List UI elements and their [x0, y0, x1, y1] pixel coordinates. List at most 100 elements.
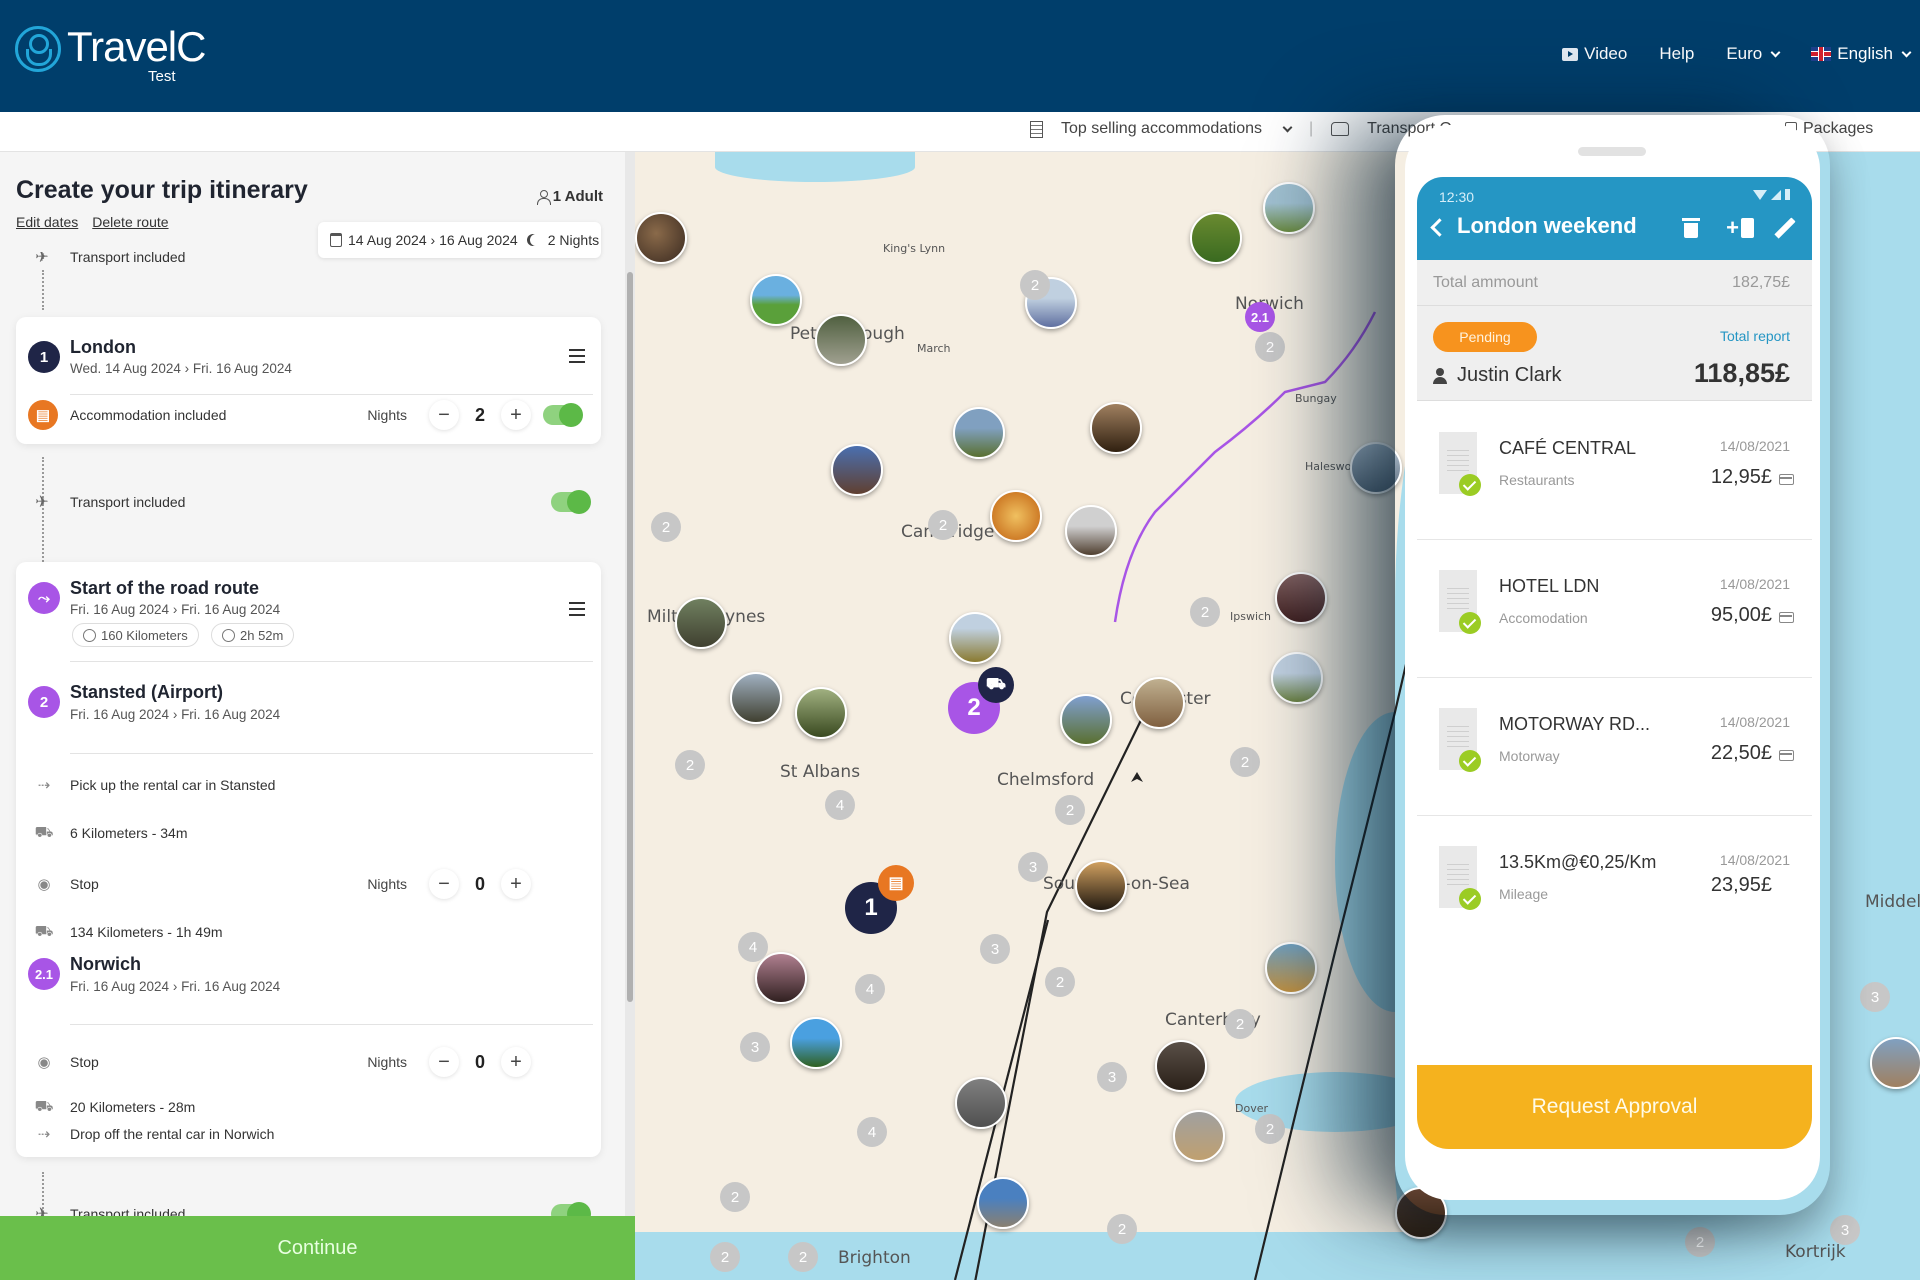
- photo-marker[interactable]: [730, 672, 782, 724]
- car-pin-icon[interactable]: ⛟: [978, 667, 1014, 703]
- photo-marker[interactable]: [755, 952, 807, 1004]
- help-link[interactable]: Help: [1659, 44, 1694, 64]
- photo-marker[interactable]: [1133, 677, 1185, 729]
- duration-value: 2h 52m: [240, 627, 284, 643]
- nights-increment-button[interactable]: +: [501, 869, 531, 899]
- cluster-marker[interactable]: 3: [980, 934, 1010, 964]
- cluster-marker[interactable]: 3: [1860, 982, 1890, 1012]
- cluster-marker[interactable]: 3: [1830, 1215, 1860, 1245]
- top-accommodations-dropdown[interactable]: Top selling accommodations: [1061, 120, 1262, 138]
- edit-pencil-icon[interactable]: [1774, 217, 1796, 239]
- expense-item[interactable]: 13.5Km@€0,25/Km Mileage 14/08/2021 23,95…: [1417, 816, 1812, 954]
- photo-marker[interactable]: [1065, 505, 1117, 557]
- cluster-marker[interactable]: 2: [1255, 332, 1285, 362]
- transport-toggle[interactable]: [551, 490, 591, 514]
- photo-marker[interactable]: [795, 687, 847, 739]
- cluster-marker[interactable]: 3: [1018, 852, 1048, 882]
- cluster-marker[interactable]: 2: [710, 1242, 740, 1272]
- cluster-marker[interactable]: 2: [928, 510, 958, 540]
- add-receipt-icon[interactable]: +: [1726, 215, 1754, 241]
- photo-marker[interactable]: [1263, 182, 1315, 234]
- back-icon[interactable]: [1430, 218, 1449, 237]
- travellers-selector[interactable]: 1 Adult: [536, 188, 603, 205]
- photo-marker[interactable]: [1265, 942, 1317, 994]
- accommodation-toggle[interactable]: [543, 403, 583, 427]
- language-dropdown[interactable]: English: [1811, 44, 1912, 64]
- video-link[interactable]: Video: [1562, 44, 1627, 64]
- photo-marker[interactable]: [1155, 1040, 1207, 1092]
- expense-item[interactable]: HOTEL LDN Accomodation 14/08/2021 95,00£: [1417, 540, 1812, 678]
- cluster-marker[interactable]: 2: [1230, 747, 1260, 777]
- nights-increment-button[interactable]: +: [501, 400, 531, 430]
- cluster-marker[interactable]: 2: [788, 1242, 818, 1272]
- photo-marker[interactable]: [1271, 652, 1323, 704]
- chevron-down-icon: [1770, 47, 1781, 57]
- photo-marker[interactable]: [1173, 1110, 1225, 1162]
- photo-marker[interactable]: [1060, 694, 1112, 746]
- cluster-marker[interactable]: 2: [720, 1182, 750, 1212]
- request-approval-button[interactable]: Request Approval: [1417, 1065, 1812, 1149]
- photo-marker[interactable]: [815, 314, 867, 366]
- cluster-marker[interactable]: 4: [738, 932, 768, 962]
- currency-label: Euro: [1726, 44, 1763, 63]
- total-report-link[interactable]: Total report: [1720, 328, 1790, 344]
- delete-route-link[interactable]: Delete route: [92, 214, 168, 230]
- cluster-marker[interactable]: 4: [855, 974, 885, 1004]
- cluster-marker[interactable]: 2: [1225, 1009, 1255, 1039]
- cluster-marker[interactable]: 2: [1055, 795, 1085, 825]
- scrollbar-thumb[interactable]: [627, 272, 633, 1002]
- cluster-marker[interactable]: 2: [1020, 270, 1050, 300]
- photo-marker[interactable]: [1075, 860, 1127, 912]
- photo-marker[interactable]: [1190, 212, 1242, 264]
- photo-marker[interactable]: [1870, 1037, 1920, 1089]
- photo-marker[interactable]: [1090, 402, 1142, 454]
- nights-increment-button[interactable]: +: [501, 1047, 531, 1077]
- cluster-marker[interactable]: 2: [1045, 967, 1075, 997]
- brand-logo[interactable]: TravelC: [15, 22, 206, 72]
- duration-chip: 2h 52m: [211, 623, 295, 647]
- cluster-marker[interactable]: 4: [825, 790, 855, 820]
- photo-marker[interactable]: [953, 407, 1005, 459]
- cluster-marker[interactable]: 2: [1190, 597, 1220, 627]
- photo-marker[interactable]: [750, 274, 802, 326]
- nights-decrement-button[interactable]: −: [429, 1047, 459, 1077]
- photo-marker[interactable]: [990, 490, 1042, 542]
- photo-marker[interactable]: [955, 1077, 1007, 1129]
- distance-chip: 160 Kilometers: [72, 623, 199, 647]
- report-total-value: 118,85£: [1693, 358, 1790, 388]
- cluster-marker[interactable]: 4: [857, 1117, 887, 1147]
- photo-marker[interactable]: [1275, 572, 1327, 624]
- road-route-menu-icon[interactable]: [569, 602, 585, 616]
- cluster-marker[interactable]: 2: [1255, 1114, 1285, 1144]
- cluster-marker[interactable]: 2: [1107, 1214, 1137, 1244]
- currency-dropdown[interactable]: Euro: [1726, 44, 1781, 64]
- total-amount-value: 182,75£: [1732, 273, 1790, 291]
- photo-marker[interactable]: [977, 1177, 1029, 1229]
- cluster-marker[interactable]: 2: [651, 512, 681, 542]
- photo-marker[interactable]: [831, 444, 883, 496]
- expense-item[interactable]: CAFÉ CENTRAL Restaurants 14/08/2021 12,9…: [1417, 402, 1812, 540]
- city-label: Ipswich: [1230, 610, 1272, 623]
- cluster-marker[interactable]: 2: [675, 750, 705, 780]
- report-summary: Pending Total report Justin Clark 118,85…: [1417, 306, 1812, 401]
- trash-icon[interactable]: [1682, 218, 1701, 238]
- hotel-pin-icon[interactable]: ▤: [878, 865, 914, 901]
- photo-marker[interactable]: [675, 597, 727, 649]
- cluster-marker[interactable]: 3: [1097, 1062, 1127, 1092]
- london-menu-icon[interactable]: [569, 349, 585, 363]
- photo-marker[interactable]: [790, 1017, 842, 1069]
- edit-dates-link[interactable]: Edit dates: [16, 214, 78, 230]
- city-label: Dover: [1235, 1102, 1268, 1115]
- nights-decrement-button[interactable]: −: [429, 400, 459, 430]
- expense-item[interactable]: MOTORWAY RD... Motorway 14/08/2021 22,50…: [1417, 678, 1812, 816]
- norwich-pin[interactable]: 2.1: [1245, 302, 1275, 332]
- nights-decrement-button[interactable]: −: [429, 869, 459, 899]
- date-summary[interactable]: 14 Aug 2024 › 16 Aug 2024 2 Nights: [318, 222, 601, 258]
- cluster-marker[interactable]: 3: [740, 1032, 770, 1062]
- panel-scrollbar[interactable]: [625, 152, 635, 1216]
- cluster-marker[interactable]: 2: [1685, 1227, 1715, 1257]
- norwich-stop-row: ◉ Stop Nights − 0 +: [16, 1047, 601, 1077]
- continue-button[interactable]: Continue: [0, 1216, 635, 1280]
- photo-marker[interactable]: [635, 212, 687, 264]
- photo-marker[interactable]: [949, 612, 1001, 664]
